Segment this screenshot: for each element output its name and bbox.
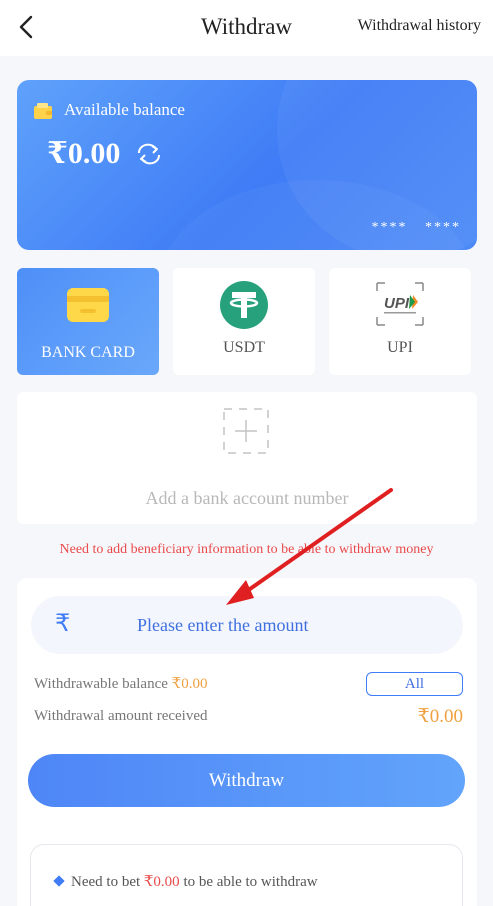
amount-input-container: ₹: [31, 596, 463, 654]
masked-card-number: **** ****: [371, 220, 461, 235]
upi-logo: UPI: [376, 282, 424, 326]
method-label: UPI: [387, 339, 413, 356]
add-icon: [223, 408, 269, 454]
method-bank-card[interactable]: BANK CARD: [17, 268, 159, 375]
refresh-icon[interactable]: [135, 142, 163, 166]
amount-input[interactable]: [111, 596, 441, 654]
beneficiary-warning: Need to add beneficiary information to b…: [59, 542, 434, 557]
add-bank-account-button[interactable]: Add a bank account number: [17, 392, 477, 524]
balance-label: Available balance: [64, 100, 185, 119]
add-account-label: Add a bank account number: [145, 488, 349, 508]
note-value: ₹0.00: [143, 874, 180, 890]
method-label: BANK CARD: [41, 344, 135, 361]
withdraw-notes: Need to bet ₹0.00 to be able to withdraw: [30, 844, 463, 906]
note-suffix: to be able to withdraw: [183, 874, 318, 890]
wallet-icon: [34, 103, 52, 119]
method-usdt[interactable]: USDT: [173, 268, 315, 375]
rupee-icon: ₹: [55, 609, 71, 637]
withdrawable-balance-row: Withdrawable balance ₹0.00: [34, 674, 207, 693]
received-amount-value: ₹0.00: [417, 706, 463, 727]
withdrawal-history-link[interactable]: Withdrawal history: [358, 17, 481, 35]
withdrawable-balance-label: Withdrawable balance: [34, 676, 168, 692]
bank-card-icon: [67, 288, 109, 322]
method-upi[interactable]: UPI UPI: [329, 268, 471, 375]
svg-text:UPI: UPI: [384, 295, 410, 312]
withdraw-button[interactable]: Withdraw: [28, 754, 465, 807]
balance-amount: ₹0.00: [47, 137, 121, 170]
note-bet-requirement: Need to bet ₹0.00 to be able to withdraw: [71, 872, 318, 891]
received-amount-label: Withdrawal amount received: [34, 708, 208, 724]
bullet-icon: [53, 875, 65, 887]
header-bar: Withdraw Withdrawal history: [0, 0, 493, 56]
withdrawable-balance-value: ₹0.00: [171, 676, 208, 692]
tether-icon: [220, 281, 268, 329]
balance-card: Available balance ₹0.00 **** ****: [17, 80, 477, 250]
method-label: USDT: [223, 339, 265, 356]
withdraw-panel: ₹ Withdrawable balance ₹0.00 All Withdra…: [17, 578, 477, 906]
note-prefix: Need to bet: [71, 874, 141, 890]
all-button[interactable]: All: [366, 672, 463, 696]
